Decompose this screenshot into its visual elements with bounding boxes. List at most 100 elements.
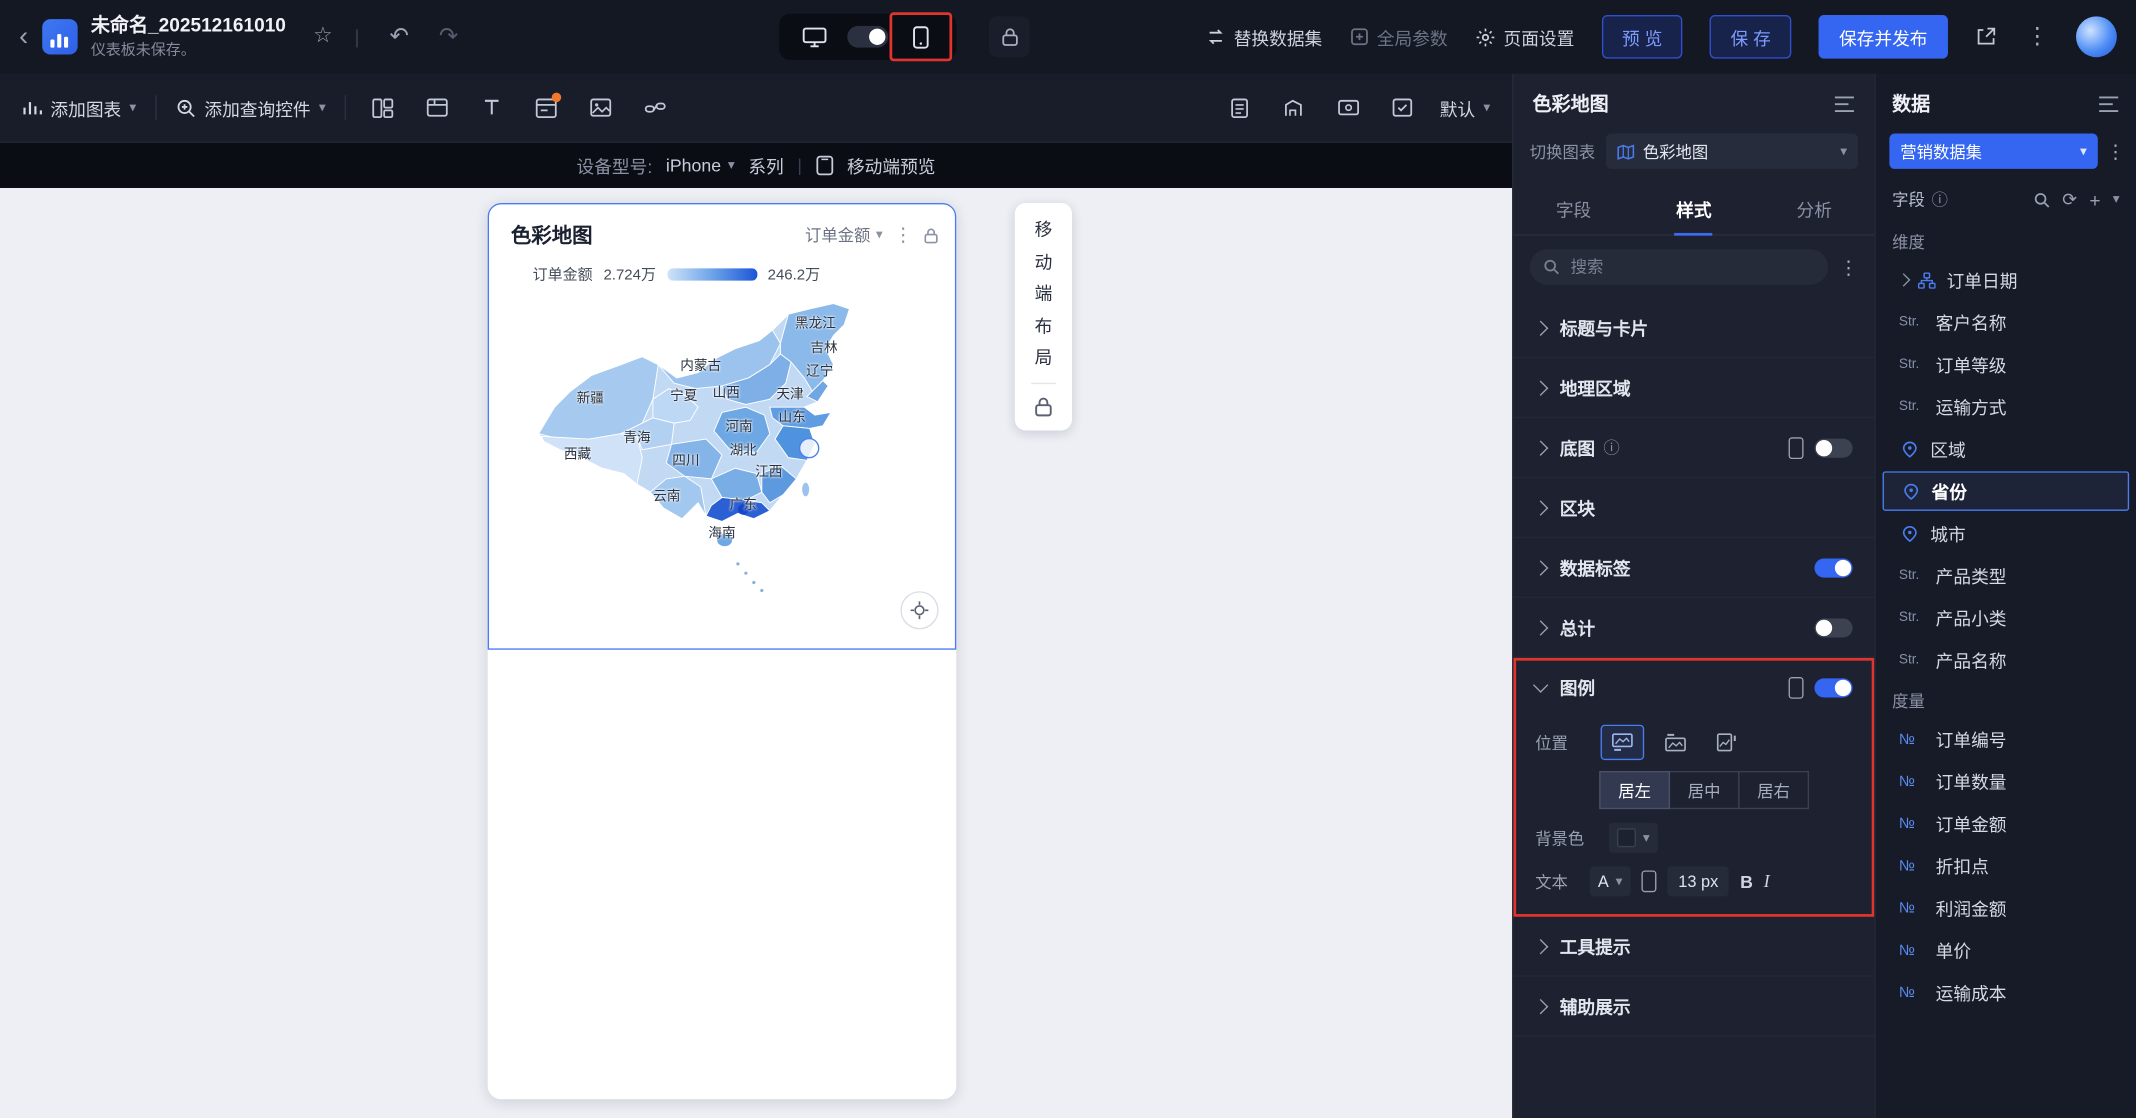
- color-map-card[interactable]: 色彩地图 订单金额 ▾ ⋮ 订单金额 2.724万 246.2万 新疆 西藏 青…: [487, 202, 957, 650]
- section-tooltip[interactable]: 工具提示: [1513, 917, 1875, 977]
- save-publish-button[interactable]: 保存并发布: [1818, 14, 1948, 59]
- legend-toggle[interactable]: [1814, 677, 1853, 697]
- section-basemap[interactable]: 底图 ⓘ: [1513, 418, 1875, 479]
- mobile-only-icon: [1788, 676, 1804, 699]
- dimension-region[interactable]: 区域: [1883, 429, 2130, 469]
- dimension-customer-name[interactable]: Str. 客户名称: [1883, 302, 2130, 342]
- legend-pos-right-button[interactable]: [1707, 726, 1748, 759]
- align-center-button[interactable]: 居中: [1668, 771, 1740, 810]
- tab-style[interactable]: 样式: [1634, 183, 1754, 235]
- dimension-order-level[interactable]: Str. 订单等级: [1883, 345, 2130, 385]
- legend-pos-top-button[interactable]: [1655, 726, 1696, 759]
- italic-button[interactable]: I: [1764, 870, 1770, 892]
- bg-color-dropdown[interactable]: ▾: [1608, 822, 1658, 853]
- note-tool-icon[interactable]: [1222, 90, 1257, 125]
- collapse-panel-icon[interactable]: [1834, 95, 1856, 113]
- expand-icon[interactable]: [1896, 273, 1911, 287]
- align-right-button[interactable]: 居右: [1738, 771, 1810, 810]
- card-header: 色彩地图 订单金额 ▾ ⋮: [489, 204, 955, 254]
- mode-switch[interactable]: [847, 25, 889, 48]
- font-color-dropdown[interactable]: A ▾: [1589, 866, 1631, 897]
- tab-analysis[interactable]: 分析: [1754, 183, 1874, 235]
- search-more-icon[interactable]: ⋮: [1839, 255, 1858, 278]
- mobile-preview-link[interactable]: 移动端预览: [847, 153, 936, 179]
- task-check-icon[interactable]: [1385, 90, 1420, 125]
- dimension-product-subtype[interactable]: Str. 产品小类: [1883, 598, 2130, 638]
- card-lock-icon[interactable]: [924, 227, 939, 243]
- tab-layout-icon[interactable]: [420, 90, 455, 125]
- measure-ship-cost[interactable]: № 运输成本: [1883, 973, 2130, 1013]
- back-icon[interactable]: ‹: [19, 23, 28, 50]
- section-geo-area[interactable]: 地理区域: [1513, 358, 1875, 419]
- tab-fields[interactable]: 字段: [1513, 183, 1633, 235]
- theme-default-dropdown[interactable]: 默认 ▾: [1440, 95, 1490, 121]
- dataset-dropdown[interactable]: 营销数据集 ▾: [1889, 133, 2098, 169]
- share-icon[interactable]: [1975, 26, 1998, 48]
- page-settings-button[interactable]: 页面设置: [1475, 24, 1574, 50]
- preview-visibility-icon[interactable]: [1331, 90, 1366, 125]
- measure-order-qty[interactable]: № 订单数量: [1883, 761, 2130, 801]
- field-sort-icon[interactable]: ▾: [2113, 192, 2120, 207]
- dimension-order-date[interactable]: 订单日期: [1883, 260, 2130, 300]
- section-data-label[interactable]: 数据标签: [1513, 538, 1875, 599]
- mobile-layout-float-panel[interactable]: 移 动 端 布 局: [1014, 202, 1073, 431]
- favorite-icon[interactable]: ☆: [313, 25, 333, 48]
- field-add-icon[interactable]: +: [2089, 189, 2100, 211]
- dimension-ship-method[interactable]: Str. 运输方式: [1883, 387, 2130, 427]
- dimension-product-type[interactable]: Str. 产品类型: [1883, 556, 2130, 596]
- section-legend[interactable]: 图例: [1513, 658, 1874, 717]
- dimension-province[interactable]: 省份: [1882, 471, 2130, 511]
- style-search-input[interactable]: [1567, 256, 1815, 278]
- device-model-value[interactable]: iPhone ▾: [666, 155, 735, 175]
- more-menu-icon[interactable]: ⋮: [2026, 23, 2049, 50]
- card-metric-dropdown[interactable]: 订单金额 ▾: [805, 223, 883, 246]
- container-tool-icon[interactable]: [529, 90, 564, 125]
- legend-pos-bottom-button[interactable]: [1600, 724, 1645, 761]
- measure-profit[interactable]: № 利润金额: [1883, 888, 2130, 928]
- link-tool-icon[interactable]: [638, 90, 673, 125]
- dataset-more-icon[interactable]: ⋮: [2106, 140, 2125, 163]
- float-lock-icon[interactable]: [1034, 396, 1053, 416]
- field-search-icon[interactable]: [2034, 191, 2050, 207]
- measure-unit-price[interactable]: № 单价: [1883, 930, 2130, 970]
- chart-type-dropdown[interactable]: 色彩地图 ▾: [1606, 133, 1859, 169]
- dimension-city[interactable]: 城市: [1883, 514, 2130, 554]
- replace-dataset-button[interactable]: 替换数据集: [1205, 24, 1322, 50]
- theme-tool-icon[interactable]: [1276, 90, 1311, 125]
- style-search-box[interactable]: [1529, 249, 1829, 285]
- bold-button[interactable]: B: [1740, 871, 1753, 891]
- align-left-button[interactable]: 居左: [1599, 771, 1671, 810]
- shanghai-cluster-marker[interactable]: [798, 437, 820, 458]
- dimension-product-name[interactable]: Str. 产品名称: [1883, 640, 2130, 680]
- collapse-panel-icon[interactable]: [2098, 95, 2120, 113]
- section-title-card[interactable]: 标题与卡片: [1513, 298, 1875, 359]
- redo-icon[interactable]: ↷: [439, 25, 458, 48]
- map-locate-button[interactable]: [900, 591, 939, 630]
- add-query-control-button[interactable]: 添加查询控件 ▾: [176, 95, 326, 121]
- total-toggle[interactable]: [1814, 617, 1853, 637]
- section-aux-display[interactable]: 辅助展示: [1513, 977, 1875, 1037]
- mobile-mode-button[interactable]: [889, 12, 953, 62]
- measure-order-amount[interactable]: № 订单金额: [1883, 804, 2130, 844]
- basemap-toggle[interactable]: [1814, 437, 1853, 458]
- undo-icon[interactable]: ↶: [389, 25, 408, 48]
- global-params-button[interactable]: 全局参数: [1350, 24, 1448, 50]
- layout-lock-button[interactable]: [988, 16, 1030, 58]
- desktop-mode-button[interactable]: [785, 14, 845, 60]
- measure-discount[interactable]: № 折扣点: [1883, 846, 2130, 886]
- device-series[interactable]: 系列: [748, 153, 783, 179]
- section-total[interactable]: 总计: [1513, 598, 1875, 658]
- card-more-icon[interactable]: ⋮: [894, 223, 913, 246]
- font-size-input[interactable]: 13 px: [1667, 866, 1730, 897]
- user-avatar[interactable]: [2075, 16, 2117, 58]
- text-tool-icon[interactable]: [474, 90, 509, 125]
- measure-order-id[interactable]: № 订单编号: [1883, 719, 2130, 759]
- data-label-toggle[interactable]: [1814, 557, 1853, 577]
- preview-button[interactable]: 预 览: [1601, 14, 1683, 59]
- layout-grid-icon[interactable]: [365, 90, 400, 125]
- image-tool-icon[interactable]: [583, 90, 618, 125]
- add-chart-button[interactable]: 添加图表 ▾: [22, 95, 136, 121]
- save-button[interactable]: 保 存: [1710, 14, 1792, 59]
- field-refresh-icon[interactable]: ⟳: [2062, 189, 2077, 211]
- section-block[interactable]: 区块: [1513, 478, 1875, 539]
